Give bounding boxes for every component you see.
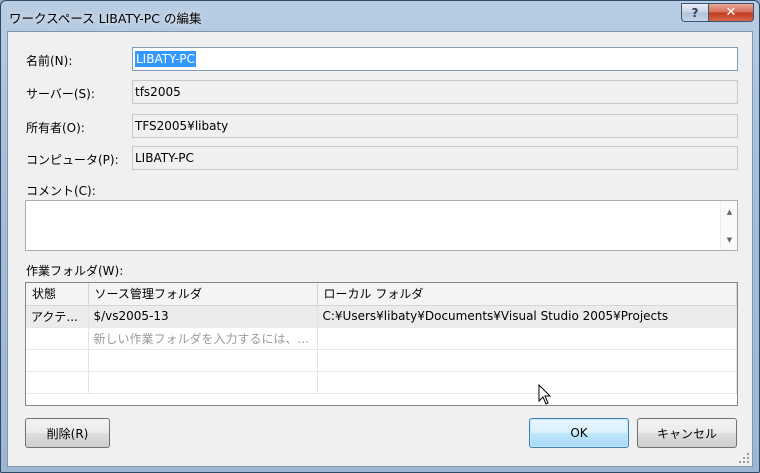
help-icon: ? (691, 5, 699, 20)
column-header-status[interactable]: 状態 (26, 283, 89, 306)
edit-workspace-dialog: ワークスペース LIBATY-PC の編集 ? ✕ 名前(N): LIBATY-… (0, 0, 760, 473)
comment-label: コメント(C): (26, 184, 96, 198)
server-label: サーバー(S): (26, 87, 95, 101)
working-folders-label: 作業フォルダ(W): (26, 264, 124, 278)
working-folders-table: 状態 ソース管理フォルダ ローカル フォルダ アクテ... $/vs2005-1… (26, 283, 737, 394)
server-value: tfs2005 (135, 85, 181, 99)
grid-header-row: 状態 ソース管理フォルダ ローカル フォルダ (26, 283, 737, 306)
scroll-down-arrow-icon[interactable]: ▼ (721, 231, 738, 248)
cell-local-folder[interactable]: C:¥Users¥libaty¥Documents¥Visual Studio … (317, 305, 737, 328)
column-header-local-folder[interactable]: ローカル フォルダ (317, 283, 737, 306)
close-icon: ✕ (725, 5, 737, 20)
working-folders-grid[interactable]: 状態 ソース管理フォルダ ローカル フォルダ アクテ... $/vs2005-1… (25, 282, 738, 406)
cancel-button[interactable]: キャンセル (637, 418, 737, 448)
computer-label: コンピュータ(P): (26, 153, 119, 167)
name-label: 名前(N): (26, 54, 73, 68)
cell-status[interactable]: アクテ... (26, 305, 89, 328)
column-header-source-folder[interactable]: ソース管理フォルダ (88, 283, 318, 306)
comment-scrollbar[interactable]: ▲ ▼ (720, 201, 737, 250)
title-bar[interactable]: ワークスペース LIBATY-PC の編集 ? ✕ (1, 1, 759, 31)
table-row (26, 349, 737, 372)
computer-field: LIBATY-PC (132, 146, 738, 170)
computer-value: LIBATY-PC (135, 151, 194, 165)
new-folder-placeholder[interactable]: 新しい作業フォルダを入力するには、... (88, 327, 318, 350)
close-button[interactable]: ✕ (708, 3, 754, 22)
cell-status[interactable] (26, 327, 89, 350)
name-input-value: LIBATY-PC (135, 51, 196, 67)
resize-grip-icon[interactable] (738, 452, 750, 464)
cell-local-folder[interactable] (317, 327, 737, 350)
delete-button[interactable]: 削除(R) (25, 418, 110, 448)
ok-button[interactable]: OK (529, 418, 629, 448)
server-field: tfs2005 (132, 80, 738, 104)
table-row[interactable]: アクテ... $/vs2005-13 C:¥Users¥libaty¥Docum… (26, 305, 737, 328)
name-input[interactable]: LIBATY-PC (132, 47, 738, 71)
owner-field: TFS2005¥libaty (132, 114, 738, 138)
owner-value: TFS2005¥libaty (135, 119, 229, 133)
table-row (26, 371, 737, 394)
mouse-pointer-icon (538, 384, 552, 405)
cell-source-folder[interactable]: $/vs2005-13 (88, 305, 318, 328)
window-title: ワークスペース LIBATY-PC の編集 (9, 11, 202, 26)
new-entry-row[interactable]: 新しい作業フォルダを入力するには、... (26, 327, 737, 350)
dialog-client-area: 名前(N): LIBATY-PC サーバー(S): tfs2005 所有者(O)… (7, 31, 753, 467)
scroll-up-arrow-icon[interactable]: ▲ (721, 203, 738, 220)
owner-label: 所有者(O): (26, 121, 85, 135)
comment-textarea[interactable]: ▲ ▼ (25, 200, 738, 251)
help-button[interactable]: ? (681, 3, 709, 22)
